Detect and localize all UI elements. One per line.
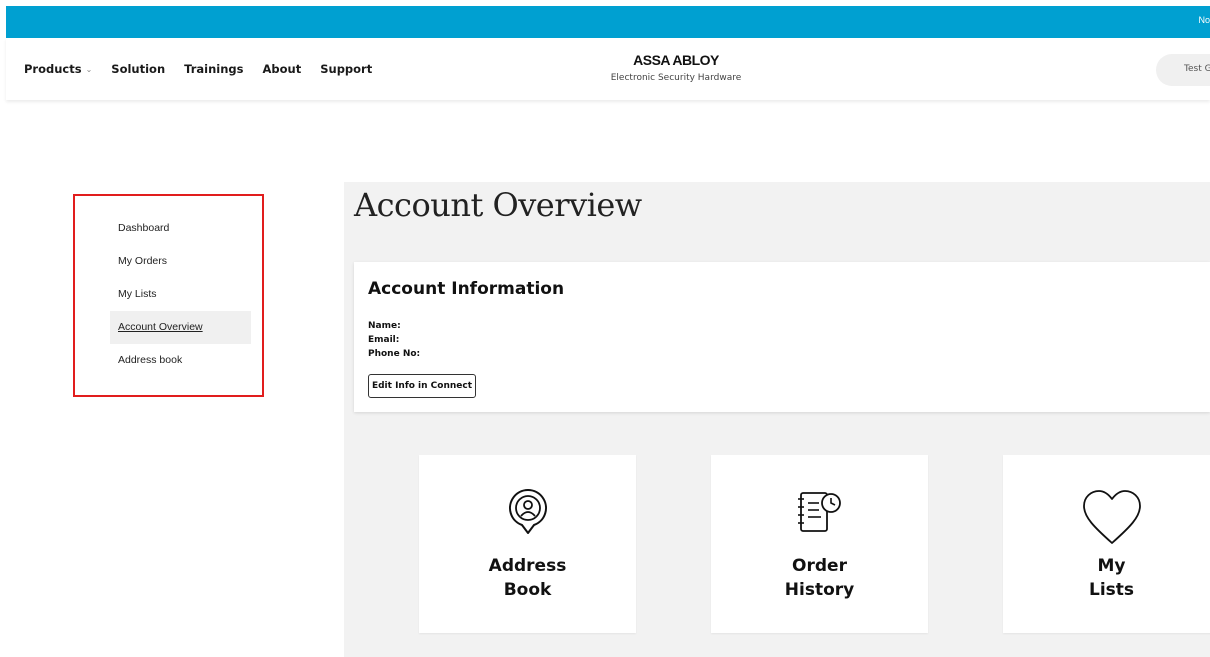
- page-title: Account Overview: [354, 186, 642, 224]
- nav-about[interactable]: About: [263, 62, 302, 76]
- chevron-down-icon: ⌄: [85, 64, 93, 74]
- user-account-label: Test Globa: [1184, 64, 1210, 74]
- heart-icon: [1082, 490, 1141, 544]
- account-information-heading: Account Information: [368, 279, 565, 299]
- tile-order-history-line2: History: [784, 580, 855, 600]
- site-header: Products ⌄ Solution Trainings About Supp…: [6, 38, 1210, 100]
- tile-address-book-line1: Address: [488, 556, 567, 576]
- edit-info-button[interactable]: Edit Info in Connect: [368, 374, 476, 398]
- tile-order-history-line1: Order: [792, 556, 847, 576]
- tile-order-history[interactable]: Order History: [711, 455, 928, 633]
- nav-support[interactable]: Support: [320, 62, 372, 76]
- main-content: Account Overview Account Information Nam…: [344, 182, 1210, 657]
- tile-address-book-line2: Book: [503, 580, 552, 600]
- main-nav: Products ⌄ Solution Trainings About Supp…: [24, 62, 391, 76]
- top-banner: No: [6, 6, 1210, 38]
- tile-my-lists[interactable]: My Lists: [1003, 455, 1210, 633]
- brand[interactable]: ASSA ABLOY Electronic Security Hardware: [586, 52, 766, 83]
- address-pin-icon: [508, 489, 547, 534]
- sidebar-item-account-overview[interactable]: Account Overview: [110, 311, 251, 344]
- nav-products-label: Products: [24, 62, 82, 76]
- tile-order-history-label: Order History: [711, 554, 928, 602]
- account-sidebar: Dashboard My Orders My Lists Account Ove…: [73, 194, 264, 397]
- sidebar-item-address-book[interactable]: Address book: [110, 344, 251, 377]
- tile-address-book[interactable]: Address Book: [419, 455, 636, 633]
- nav-solution[interactable]: Solution: [111, 62, 165, 76]
- tile-my-lists-line1: My: [1097, 556, 1126, 576]
- email-label: Email:: [368, 335, 400, 345]
- phone-label: Phone No:: [368, 349, 421, 359]
- nav-products[interactable]: Products ⌄: [24, 62, 92, 76]
- tile-address-book-label: Address Book: [419, 554, 636, 602]
- sidebar-item-my-lists[interactable]: My Lists: [110, 278, 251, 311]
- tile-my-lists-label: My Lists: [1003, 554, 1210, 602]
- brand-logo: ASSA ABLOY: [633, 52, 719, 68]
- sidebar-item-my-orders[interactable]: My Orders: [110, 245, 251, 278]
- order-history-icon: [797, 492, 841, 532]
- name-label: Name:: [368, 321, 401, 331]
- account-information-card: Account Information Name: Email: Phone N…: [354, 262, 1210, 412]
- tile-my-lists-line2: Lists: [1088, 580, 1135, 600]
- user-account-button[interactable]: Test Globa: [1156, 54, 1210, 86]
- top-banner-text[interactable]: No: [1198, 15, 1210, 25]
- nav-trainings[interactable]: Trainings: [184, 62, 243, 76]
- sidebar-item-dashboard[interactable]: Dashboard: [110, 212, 251, 245]
- brand-subtitle: Electronic Security Hardware: [610, 73, 742, 83]
